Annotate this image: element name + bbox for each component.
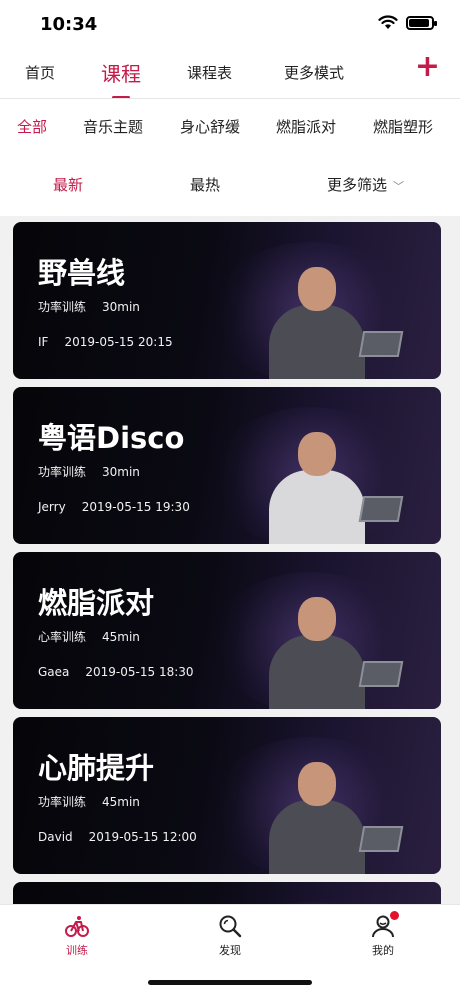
course-coach-row: Jerry 2019-05-15 19:30	[38, 500, 190, 514]
course-card[interactable]: 野兽线 功率训练 30min IF 2019-05-15 20:15	[13, 222, 441, 379]
laptop-image	[358, 496, 404, 522]
category-music-theme[interactable]: 音乐主题	[83, 116, 143, 137]
status-bar: 10:34	[0, 0, 460, 50]
nav-training[interactable]: 训练	[47, 913, 107, 958]
course-duration: 45min	[102, 795, 140, 809]
wifi-icon	[378, 15, 398, 29]
nav-training-label: 训练	[66, 944, 88, 957]
sort-latest[interactable]: 最新	[53, 174, 83, 195]
nav-profile[interactable]: 我的	[353, 911, 413, 958]
laptop-image	[358, 826, 404, 852]
course-list[interactable]: 野兽线 功率训练 30min IF 2019-05-15 20:15 粤语Disco…	[0, 216, 460, 904]
course-duration: 30min	[102, 300, 140, 314]
course-datetime: 2019-05-15 12:00	[88, 830, 197, 844]
chevron-down-icon: ﹀	[393, 180, 405, 193]
course-meta: 功率训练 30min	[38, 463, 140, 480]
category-fat-burn-shaping[interactable]: 燃脂塑形	[373, 116, 433, 137]
discover-search-icon	[219, 915, 242, 938]
course-title: 野兽线	[38, 256, 126, 290]
course-type: 功率训练	[38, 300, 87, 314]
course-datetime: 2019-05-15 19:30	[81, 500, 190, 514]
coach-name: Jerry	[38, 500, 66, 514]
course-card[interactable]: 粤语Disco 功率训练 30min Jerry 2019-05-15 19:30	[13, 387, 441, 544]
nav-discover-label: 发现	[219, 944, 241, 957]
sort-hottest[interactable]: 最热	[190, 174, 220, 195]
status-time: 10:34	[40, 14, 98, 35]
category-all[interactable]: 全部	[17, 116, 47, 137]
coach-name: Gaea	[38, 665, 70, 679]
coach-name: IF	[38, 335, 49, 349]
add-button[interactable]: +	[415, 52, 440, 82]
top-tab-bar: 首页 课程 课程表 更多模式 +	[0, 52, 460, 99]
laptop-image	[358, 331, 404, 357]
course-type: 心率训练	[38, 630, 87, 644]
category-tabs: 全部 音乐主题 身心舒缓 燃脂派对 燃脂塑形	[0, 116, 460, 142]
instructor-photo	[261, 259, 371, 379]
category-relax[interactable]: 身心舒缓	[180, 116, 240, 137]
nav-discover[interactable]: 发现	[200, 913, 260, 958]
course-type: 功率训练	[38, 465, 87, 479]
course-coach-row: IF 2019-05-15 20:15	[38, 335, 173, 349]
nav-profile-label: 我的	[372, 944, 394, 957]
more-filters-label: 更多筛选	[327, 176, 388, 194]
sort-bar: 最新 最热 更多筛选 ﹀	[0, 174, 460, 200]
tab-more-modes[interactable]: 更多模式	[284, 62, 344, 83]
battery-icon	[406, 15, 437, 30]
course-duration: 45min	[102, 630, 140, 644]
coach-name: David	[38, 830, 73, 844]
course-title: 粤语Disco	[38, 421, 185, 455]
course-meta: 心率训练 45min	[38, 628, 140, 645]
instructor-photo	[261, 424, 371, 544]
tab-courses[interactable]: 课程	[101, 58, 141, 87]
cycling-icon	[65, 916, 89, 937]
category-fat-burn-party[interactable]: 燃脂派对	[276, 116, 336, 137]
status-icons	[378, 15, 437, 30]
laptop-image	[358, 661, 404, 687]
course-coach-row: David 2019-05-15 12:00	[38, 830, 197, 844]
instructor-photo	[261, 589, 371, 709]
course-title: 心肺提升	[38, 751, 155, 785]
course-card-partial[interactable]	[13, 882, 441, 904]
more-filters-button[interactable]: 更多筛选 ﹀	[327, 174, 404, 195]
course-datetime: 2019-05-15 20:15	[64, 335, 173, 349]
course-card[interactable]: 心肺提升 功率训练 45min David 2019-05-15 12:00	[13, 717, 441, 874]
header-divider	[0, 98, 460, 99]
course-duration: 30min	[102, 465, 140, 479]
instructor-photo	[261, 754, 371, 874]
course-coach-row: Gaea 2019-05-15 18:30	[38, 665, 194, 679]
course-type: 功率训练	[38, 795, 87, 809]
course-title: 燃脂派对	[38, 586, 155, 620]
tab-home[interactable]: 首页	[25, 62, 55, 83]
notification-badge	[390, 911, 399, 920]
home-indicator	[148, 980, 312, 985]
course-meta: 功率训练 30min	[38, 298, 140, 315]
tab-schedule[interactable]: 课程表	[187, 62, 232, 83]
course-meta: 功率训练 45min	[38, 793, 140, 810]
course-card[interactable]: 燃脂派对 心率训练 45min Gaea 2019-05-15 18:30	[13, 552, 441, 709]
course-datetime: 2019-05-15 18:30	[85, 665, 194, 679]
